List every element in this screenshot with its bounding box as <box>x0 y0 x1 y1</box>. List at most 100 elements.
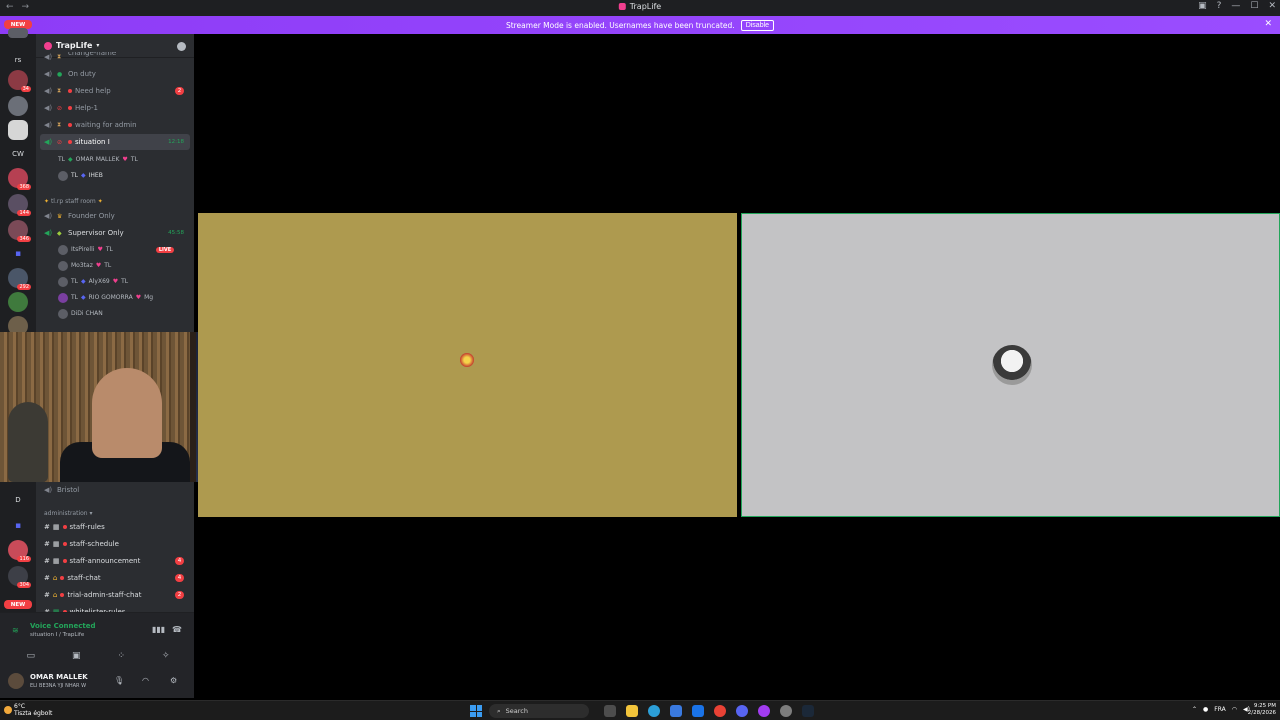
server-folder-d[interactable]: D <box>8 490 28 510</box>
shield-icon: ◆ <box>68 156 73 163</box>
invite-members-icon[interactable] <box>177 42 186 51</box>
server-icon[interactable]: 292 <box>8 268 31 290</box>
voice-channel-location[interactable]: situation I / TrapLife <box>30 632 84 638</box>
text-channel-trial-admin-staff-chat[interactable]: # ⌂ trial-admin-staff-chat 2 <box>40 587 190 603</box>
mention-badge: 4 <box>175 557 184 565</box>
windows-start-icon[interactable] <box>470 705 482 717</box>
signal-icon[interactable]: ≋ <box>12 626 19 635</box>
soundboard-icon[interactable]: ✧ <box>162 651 170 661</box>
mention-badge: 4 <box>175 574 184 582</box>
text-channel-staff-chat[interactable]: # ⌂ staff-chat 4 <box>40 570 190 586</box>
speaker-icon: ◀) <box>44 121 53 129</box>
weather-widget[interactable]: 6°C Tiszta égbolt <box>14 703 52 717</box>
server-folder-rs[interactable]: rs <box>8 50 28 70</box>
voice-status[interactable]: Voice Connected <box>30 622 96 630</box>
channel-name: staff-schedule <box>69 540 119 548</box>
disable-streamer-mode-button[interactable]: Disable <box>740 19 775 31</box>
mail-icon[interactable] <box>692 705 704 717</box>
category-administration[interactable]: administration ▾ <box>44 510 93 517</box>
voice-channel-founder-only[interactable]: ◀) ♛ Founder Only <box>40 208 190 224</box>
file-explorer-icon[interactable] <box>626 705 638 717</box>
edge-icon[interactable] <box>648 705 660 717</box>
voice-user[interactable]: TL ◆ OMAR MALLEK ♥ TL <box>58 152 138 167</box>
text-channel-whitelister-rules[interactable]: # ▦ whitelister-rules <box>40 604 190 612</box>
channel-item-cut[interactable]: ◀) ⧗ change-name <box>40 52 190 62</box>
help-icon[interactable]: ? <box>1217 1 1222 11</box>
server-icon[interactable] <box>8 28 28 38</box>
heart-icon: ♥ <box>135 294 142 301</box>
headphones-icon[interactable]: ◠ <box>142 676 149 685</box>
close-window-icon[interactable]: ✕ <box>1268 1 1276 11</box>
text-channel-staff-rules[interactable]: # ▦ staff-rules <box>40 519 190 535</box>
back-arrow-icon[interactable]: ← <box>6 2 14 12</box>
noise-suppression-icon[interactable]: ▮▮▮ <box>152 625 165 634</box>
discord-icon[interactable] <box>736 705 748 717</box>
server-icon[interactable]: 346 <box>8 220 31 242</box>
banner-close-icon[interactable]: ✕ <box>1264 19 1272 29</box>
voice-channel-help-1[interactable]: ◀) ⊘ Help-1 <box>40 100 190 116</box>
green-circle-icon: ● <box>57 70 63 78</box>
channel-name: Need help <box>75 87 111 95</box>
server-folder-cw[interactable]: CW <box>8 144 28 164</box>
voice-user[interactable]: TL ◆ AlyX69 ♥ TL <box>58 274 128 289</box>
screen-share-icon[interactable]: ▣ <box>72 651 81 661</box>
voice-channel-bristol[interactable]: ◀) Bristol <box>40 482 190 498</box>
window-title: TrapLife <box>618 2 662 11</box>
window-title-text: TrapLife <box>629 2 662 11</box>
maximize-icon[interactable]: ☐ <box>1250 1 1258 11</box>
folder-icon[interactable]: ▪ <box>8 516 28 536</box>
taskbar-search[interactable]: ⌕ Search <box>489 704 589 718</box>
weather-icon[interactable] <box>4 706 12 714</box>
input-language[interactable]: FRA <box>1214 706 1225 713</box>
server-icon[interactable]: 116 <box>8 540 31 562</box>
current-user-name[interactable]: OMAR MALLEK <box>30 673 88 681</box>
category-staff-room[interactable]: ✦ tl.rp staff room ✦ <box>44 198 103 205</box>
server-icon[interactable] <box>8 292 28 312</box>
forward-arrow-icon[interactable]: → <box>22 2 30 12</box>
steam-icon[interactable] <box>802 705 814 717</box>
voice-user[interactable]: TL ◆ IHEB <box>58 168 103 183</box>
voice-user[interactable]: DiDi CHAN <box>58 306 103 321</box>
mic-tray-icon[interactable]: ● <box>1203 706 1208 713</box>
live-badge: LIVE <box>155 246 175 253</box>
server-icon-active[interactable] <box>8 120 28 140</box>
voice-channel-situation-i[interactable]: ◀) ⊘ situation I 12:18 <box>40 134 190 150</box>
text-channel-staff-announcement[interactable]: # ▦ staff-announcement 4 <box>40 553 190 569</box>
voice-channel-supervisor-only[interactable]: ◀) ◆ Supervisor Only 45:58 <box>40 225 190 241</box>
voice-channel-need-help[interactable]: ◀) ⧗ Need help 2 <box>40 83 190 99</box>
gear-icon[interactable]: ⚙ <box>170 676 177 685</box>
text-channel-staff-schedule[interactable]: # ▦ staff-schedule <box>40 536 190 552</box>
current-user-status: ELI BE3NA YJI NHAR W <box>30 683 87 689</box>
activities-icon[interactable]: ⁘ <box>117 651 125 661</box>
voice-channel-on-duty[interactable]: ◀) ● On duty <box>40 66 190 82</box>
video-tile-user-2[interactable] <box>741 213 1280 517</box>
disconnect-icon[interactable]: ☎ <box>172 625 182 634</box>
minimize-icon[interactable]: — <box>1231 1 1240 11</box>
task-view-icon[interactable] <box>604 705 616 717</box>
voice-channel-waiting-for-admin[interactable]: ◀) ⧗ waiting for admin <box>40 117 190 133</box>
settings-icon[interactable] <box>780 705 792 717</box>
server-icon[interactable]: 34 <box>8 70 31 92</box>
wifi-icon[interactable]: ◠ <box>1232 706 1237 713</box>
store-icon[interactable] <box>670 705 682 717</box>
voice-user[interactable]: Mo3taz ♥ TL <box>58 258 111 273</box>
voice-user[interactable]: ItsPirelli ♥ TL LIVE <box>58 242 175 257</box>
inbox-icon[interactable]: ▣ <box>1198 1 1207 11</box>
server-icon[interactable]: 144 <box>8 194 31 216</box>
server-icon[interactable]: 304 <box>8 566 31 588</box>
user-avatar[interactable] <box>8 673 24 689</box>
browser-icon[interactable] <box>758 705 770 717</box>
video-tile-user-1[interactable] <box>198 213 737 517</box>
system-clock[interactable]: 9:25 PM 2/28/2026 <box>1248 703 1276 717</box>
hashtag-icon: # <box>44 574 50 582</box>
category-name: administration <box>44 510 88 517</box>
voice-user[interactable]: TL ◆ RIO GOMORRA ♥ Mg <box>58 290 153 305</box>
microphone-icon[interactable]: 🎙 <box>114 676 124 685</box>
avatar <box>58 292 68 303</box>
server-icon[interactable]: 368 <box>8 168 31 190</box>
folder-icon[interactable]: ▪ <box>8 244 28 264</box>
chevron-up-icon[interactable]: ⌃ <box>1192 706 1197 713</box>
camera-off-icon[interactable]: ▭ <box>26 651 35 661</box>
chrome-icon[interactable] <box>714 705 726 717</box>
server-icon[interactable] <box>8 96 28 116</box>
